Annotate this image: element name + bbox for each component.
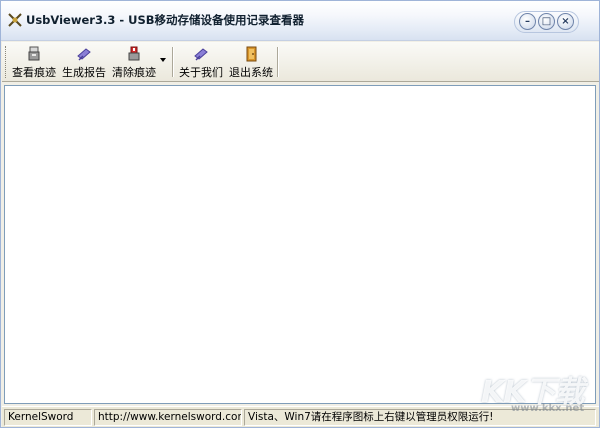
generate-report-button[interactable]: 生成报告 (62, 45, 106, 80)
clear-usb-icon (128, 46, 140, 61)
generate-report-label: 生成报告 (62, 66, 106, 79)
maximize-icon: □ (541, 15, 552, 27)
maximize-button[interactable]: □ (538, 13, 555, 30)
toolbar: 查看痕迹 生成报告 清除痕迹 关于我们 退出系统 (2, 42, 599, 82)
minimize-button[interactable]: – (519, 13, 536, 30)
view-traces-label: 查看痕迹 (12, 66, 56, 79)
exit-door-icon (246, 46, 257, 62)
report-flag-icon (77, 48, 91, 61)
toolbar-grip[interactable] (5, 46, 8, 78)
about-us-button[interactable]: 关于我们 (179, 45, 223, 80)
window-title: UsbViewer3.3 - USB移动存储设备使用记录查看器 (26, 13, 304, 27)
clear-traces-label: 清除痕迹 (112, 66, 156, 79)
title-bar[interactable]: UsbViewer3.3 - USB移动存储设备使用记录查看器 – □ × (1, 1, 599, 41)
chevron-down-icon[interactable] (160, 58, 166, 62)
status-pane-author: KernelSword (4, 409, 92, 426)
toolbar-end-separator (277, 47, 279, 77)
minimize-icon: – (525, 15, 530, 27)
about-us-label: 关于我们 (179, 66, 223, 79)
clear-traces-button[interactable]: 清除痕迹 (112, 45, 156, 80)
exit-button[interactable]: 退出系统 (229, 45, 273, 80)
app-icon (8, 13, 22, 27)
status-bar: KernelSword http://www.kernelsword.com V… (2, 406, 599, 427)
view-traces-button[interactable]: 查看痕迹 (12, 45, 56, 80)
records-list-area[interactable] (4, 85, 596, 404)
status-pane-hint: Vista、Win7请在程序图标上右键以管理员权限运行! (244, 409, 596, 426)
window-controls: – □ × (514, 11, 579, 33)
status-pane-website: http://www.kernelsword.com (94, 409, 242, 426)
app-window: UsbViewer3.3 - USB移动存储设备使用记录查看器 – □ × 查看… (0, 0, 600, 428)
usb-drive-icon (28, 46, 40, 61)
exit-label: 退出系统 (229, 66, 273, 79)
about-flag-icon (194, 48, 208, 61)
close-icon: × (561, 15, 570, 27)
toolbar-separator (172, 47, 174, 77)
close-button[interactable]: × (557, 13, 574, 30)
